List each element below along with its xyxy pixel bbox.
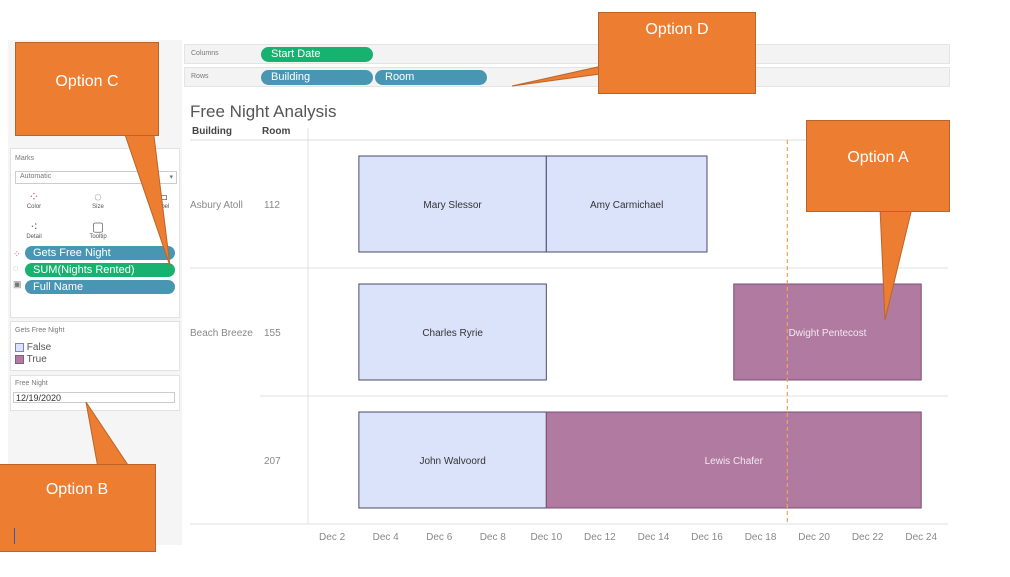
x-tick-label: Dec 18 [745,532,777,543]
gantt-bar-label: Mary Slessor [423,200,482,211]
callout-option-b-label: Option B [45,481,109,498]
x-tick-label: Dec 22 [852,532,884,543]
row-header-building: Beach Breeze [190,328,253,339]
x-tick-label: Dec 20 [798,532,830,543]
x-tick-label: Dec 24 [905,532,937,543]
gantt-bar-label: Amy Carmichael [590,200,663,211]
callout-option-c-label: Option C [55,73,119,90]
gantt-bar-label: Dwight Pentecost [789,328,867,339]
callout-option-b: Option B [0,464,156,552]
callout-option-d: Option D [598,12,756,94]
x-tick-label: Dec 2 [319,532,346,543]
x-tick-label: Dec 14 [638,532,670,543]
x-tick-label: Dec 6 [426,532,453,543]
x-tick-label: Dec 10 [530,532,562,543]
row-header-room: 207 [264,456,281,467]
gantt-bar-label: John Walvoord [419,456,485,467]
x-tick-label: Dec 8 [480,532,507,543]
gantt-bar-label: Charles Ryrie [422,328,483,339]
x-tick-label: Dec 16 [691,532,723,543]
row-header-building: Asbury Atoll [190,200,243,211]
gantt-bar-label: Lewis Chafer [705,456,764,467]
callout-option-d-label: Option D [645,21,709,38]
callout-option-a: Option A [806,120,950,212]
callout-option-a-label: Option A [847,149,909,166]
x-tick-label: Dec 12 [584,532,616,543]
text-cursor [14,528,15,544]
row-header-room: 112 [264,200,280,211]
x-tick-label: Dec 4 [373,532,400,543]
callout-option-c: Option C [15,42,159,136]
row-header-room: 155 [264,328,281,339]
